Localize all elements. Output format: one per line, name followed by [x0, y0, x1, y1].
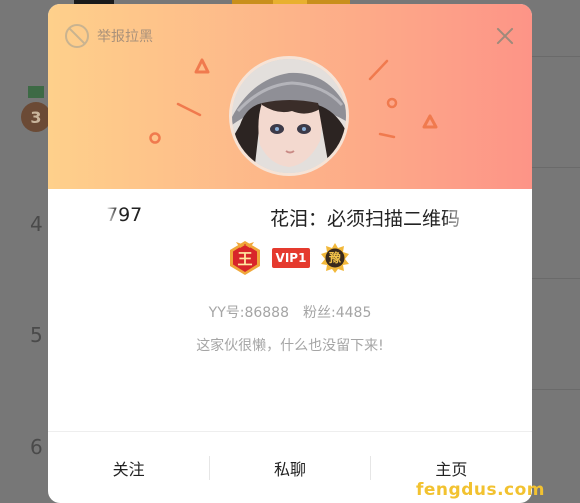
hero-badge-icon: 豫 — [320, 242, 350, 274]
rank-number: 6 — [30, 435, 43, 459]
fans-count: 粉丝:4485 — [303, 305, 372, 321]
username-fade-left — [106, 202, 118, 230]
row-divider — [525, 56, 580, 57]
follow-button[interactable]: 关注 — [48, 432, 209, 503]
homepage-label: 主页 — [435, 459, 468, 479]
follow-label: 关注 — [112, 459, 145, 479]
hero-badge-char: 豫 — [328, 251, 341, 265]
watermark: fengdus.com — [416, 480, 546, 500]
ban-icon — [65, 24, 89, 48]
rank-number: 4 — [30, 212, 43, 236]
report-block-button[interactable]: 举报拉黑 — [65, 24, 153, 48]
row-divider — [525, 389, 580, 390]
rank-number: 5 — [30, 323, 43, 347]
private-chat-button[interactable]: 私聊 — [209, 432, 370, 503]
user-profile-card: 举报拉黑 797 花泪：必须扫描二维码 王 VIP1 豫 YY号:86888 粉… — [48, 4, 532, 503]
user-stats: YY号:86888 粉丝:4485 — [48, 302, 532, 322]
avatar[interactable] — [229, 56, 349, 176]
king-badge-icon: 王 — [228, 240, 262, 276]
row-divider — [525, 167, 580, 168]
king-badge-char: 王 — [237, 250, 253, 268]
medal-ribbon-icon — [28, 86, 44, 98]
yy-id: YY号:86888 — [208, 305, 289, 321]
username-fade — [443, 202, 473, 230]
report-block-label: 举报拉黑 — [97, 29, 153, 45]
vip-badge: VIP1 — [272, 248, 310, 268]
rank-3-medal-icon: 3 — [21, 102, 51, 132]
user-bio: 这家伙很懒，什么也没留下来! — [196, 338, 384, 354]
avatar-photo — [232, 59, 346, 173]
row-divider — [525, 278, 580, 279]
username: 花泪：必须扫描二维码 — [270, 208, 461, 230]
profile-header: 举报拉黑 — [48, 4, 532, 189]
badge-row: 王 VIP1 豫 — [228, 240, 350, 276]
close-icon[interactable] — [493, 24, 517, 48]
private-chat-label: 私聊 — [273, 459, 306, 479]
